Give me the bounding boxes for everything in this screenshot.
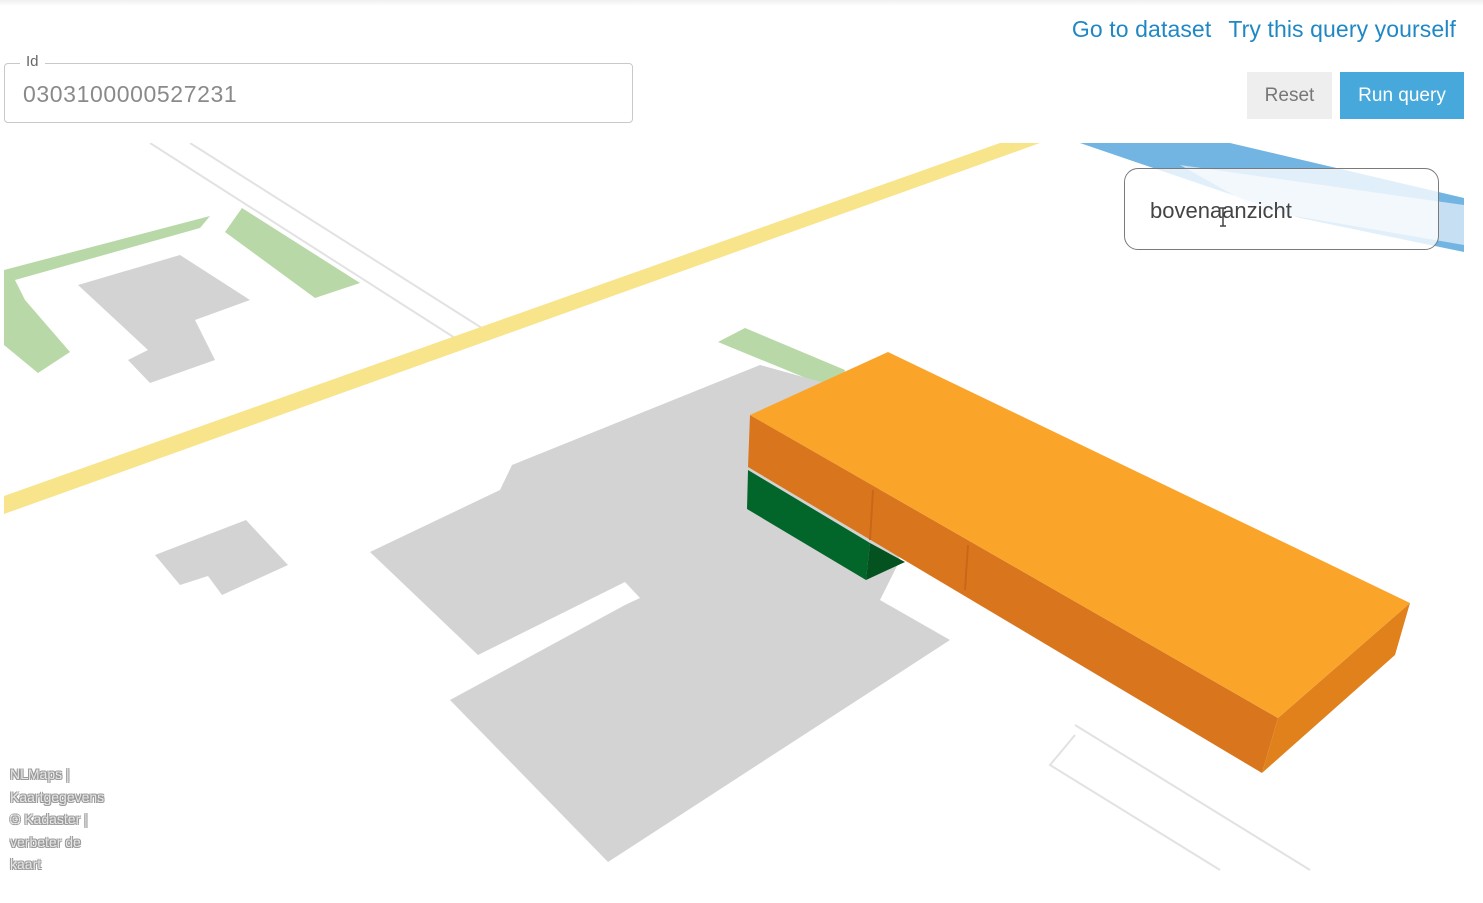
vegetation-patch <box>225 208 360 298</box>
header-links: Go to dataset Try this query yourself <box>1072 16 1456 43</box>
map-attribution: NLMaps | Kaartgegevens © Kadaster | verb… <box>10 763 130 876</box>
attribution-link[interactable]: kaart <box>10 853 130 876</box>
id-input-value[interactable]: 0303100000527231 <box>23 81 237 108</box>
attribution-line: Kaartgegevens <box>10 788 105 805</box>
id-field[interactable]: Id 0303100000527231 <box>4 53 633 123</box>
text-cursor-icon <box>1220 207 1226 227</box>
reset-button[interactable]: Reset <box>1247 72 1332 119</box>
go-to-dataset-link[interactable]: Go to dataset <box>1072 16 1211 43</box>
map-3d-view[interactable] <box>0 143 1483 903</box>
building-footprint <box>155 520 288 595</box>
building-footprint <box>78 255 250 383</box>
attribution-line: © Kadaster | <box>10 811 88 827</box>
query-result-page: Go to dataset Try this query yourself Id… <box>0 0 1483 903</box>
top-shadow <box>0 0 1483 6</box>
attribution-link[interactable]: verbeter de <box>10 831 130 854</box>
run-query-button[interactable]: Run query <box>1340 72 1464 119</box>
try-query-link[interactable]: Try this query yourself <box>1228 16 1456 43</box>
id-label: Id <box>20 53 45 70</box>
attribution-line: NLMaps | <box>10 766 70 782</box>
top-view-toggle[interactable]: bovenaanzicht <box>1124 168 1439 250</box>
